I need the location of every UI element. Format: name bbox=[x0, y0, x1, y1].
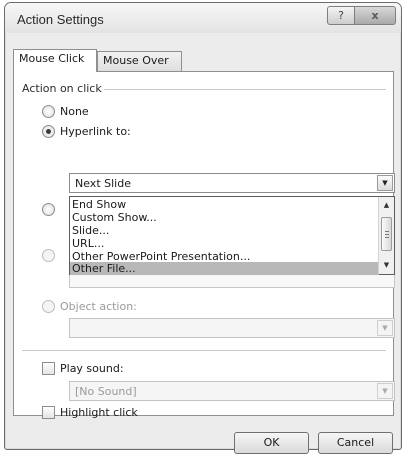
help-button[interactable]: ? bbox=[327, 6, 355, 25]
dialog-title: Action Settings bbox=[17, 12, 104, 27]
list-item[interactable]: Custom Show... bbox=[70, 211, 379, 224]
hyperlink-combo-value: Next Slide bbox=[75, 177, 131, 190]
dropdown-arrow-icon[interactable]: ▼ bbox=[377, 383, 393, 399]
tab-mouse-over[interactable]: Mouse Over bbox=[97, 51, 182, 71]
cancel-button[interactable]: Cancel bbox=[318, 432, 393, 454]
list-item-selected[interactable]: Other File... bbox=[70, 262, 379, 275]
scroll-up-icon[interactable]: ▲ bbox=[379, 198, 394, 213]
sound-combo[interactable]: [No Sound] ▼ bbox=[69, 381, 395, 401]
scroll-down-icon[interactable]: ▼ bbox=[379, 258, 394, 273]
dialog-client-area: Mouse Click Mouse Over Action on click N… bbox=[5, 33, 401, 454]
scrollbar-thumb[interactable] bbox=[381, 217, 392, 251]
play-sound-checkbox[interactable] bbox=[42, 362, 55, 375]
object-action-radio[interactable] bbox=[42, 300, 55, 313]
run-program-radio[interactable] bbox=[42, 203, 55, 216]
run-macro-radio[interactable] bbox=[42, 249, 55, 262]
object-action-combo[interactable]: ▼ bbox=[69, 318, 395, 338]
dropdown-scrollbar[interactable]: ▲ ▼ bbox=[378, 197, 394, 274]
tab-mouse-click[interactable]: Mouse Click bbox=[13, 49, 97, 72]
grip-icon bbox=[385, 231, 389, 232]
group-divider bbox=[104, 89, 386, 90]
none-radio-label[interactable]: None bbox=[60, 105, 89, 118]
action-settings-dialog: Action Settings ? x Mouse Click Mouse Ov… bbox=[4, 2, 402, 454]
list-item[interactable]: URL... bbox=[70, 237, 379, 250]
separator bbox=[22, 350, 386, 351]
grip-icon bbox=[385, 237, 389, 238]
list-item[interactable]: End Show bbox=[70, 198, 379, 211]
object-action-label[interactable]: Object action: bbox=[60, 300, 137, 313]
hyperlink-radio[interactable] bbox=[42, 125, 55, 138]
dropdown-arrow-icon[interactable]: ▼ bbox=[377, 175, 393, 191]
action-group-label: Action on click bbox=[22, 82, 102, 95]
list-item[interactable]: Slide... bbox=[70, 224, 379, 237]
highlight-click-label[interactable]: Highlight click bbox=[60, 406, 138, 419]
hyperlink-dropdown-list[interactable]: End Show Custom Show... Slide... URL... … bbox=[69, 196, 395, 275]
title-bar[interactable]: Action Settings ? x bbox=[5, 3, 401, 33]
play-sound-label[interactable]: Play sound: bbox=[60, 362, 124, 375]
grip-icon bbox=[385, 234, 389, 235]
none-radio[interactable] bbox=[42, 105, 55, 118]
ok-button[interactable]: OK bbox=[234, 432, 309, 454]
sound-value: [No Sound] bbox=[75, 385, 137, 398]
close-button[interactable]: x bbox=[354, 6, 396, 25]
dropdown-arrow-icon[interactable]: ▼ bbox=[377, 320, 393, 336]
hyperlink-combo[interactable]: Next Slide ▼ bbox=[69, 173, 395, 193]
hyperlink-radio-label[interactable]: Hyperlink to: bbox=[60, 125, 131, 138]
tab-panel: Action on click None Hyperlink to: Next … bbox=[13, 71, 395, 419]
highlight-click-checkbox[interactable] bbox=[42, 406, 55, 419]
